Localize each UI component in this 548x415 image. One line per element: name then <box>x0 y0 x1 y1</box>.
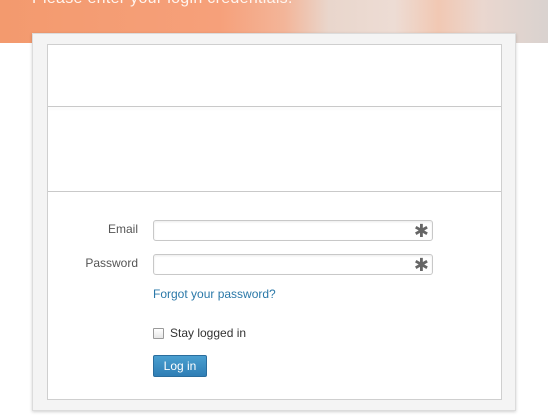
banner-text: Please enter your login credentials. <box>32 0 293 8</box>
section-divider <box>48 106 501 107</box>
password-input[interactable] <box>154 255 416 274</box>
required-asterisk-icon: ✱ <box>413 221 429 241</box>
forgot-password-link[interactable]: Forgot your password? <box>153 287 276 301</box>
required-asterisk-icon: ✱ <box>413 255 429 275</box>
section-divider <box>48 191 501 192</box>
email-input[interactable] <box>154 221 416 240</box>
login-button[interactable]: Log in <box>153 355 207 377</box>
password-label: Password <box>85 256 138 270</box>
email-field[interactable]: ✱ <box>153 220 433 241</box>
stay-logged-in-label[interactable]: Stay logged in <box>170 326 246 340</box>
login-panel: Email ✱ Password ✱ Forgot your password?… <box>47 44 502 400</box>
stay-logged-in-checkbox[interactable] <box>153 328 164 339</box>
password-field[interactable]: ✱ <box>153 254 433 275</box>
email-label: Email <box>107 222 138 236</box>
login-card: Email ✱ Password ✱ Forgot your password?… <box>32 33 516 411</box>
